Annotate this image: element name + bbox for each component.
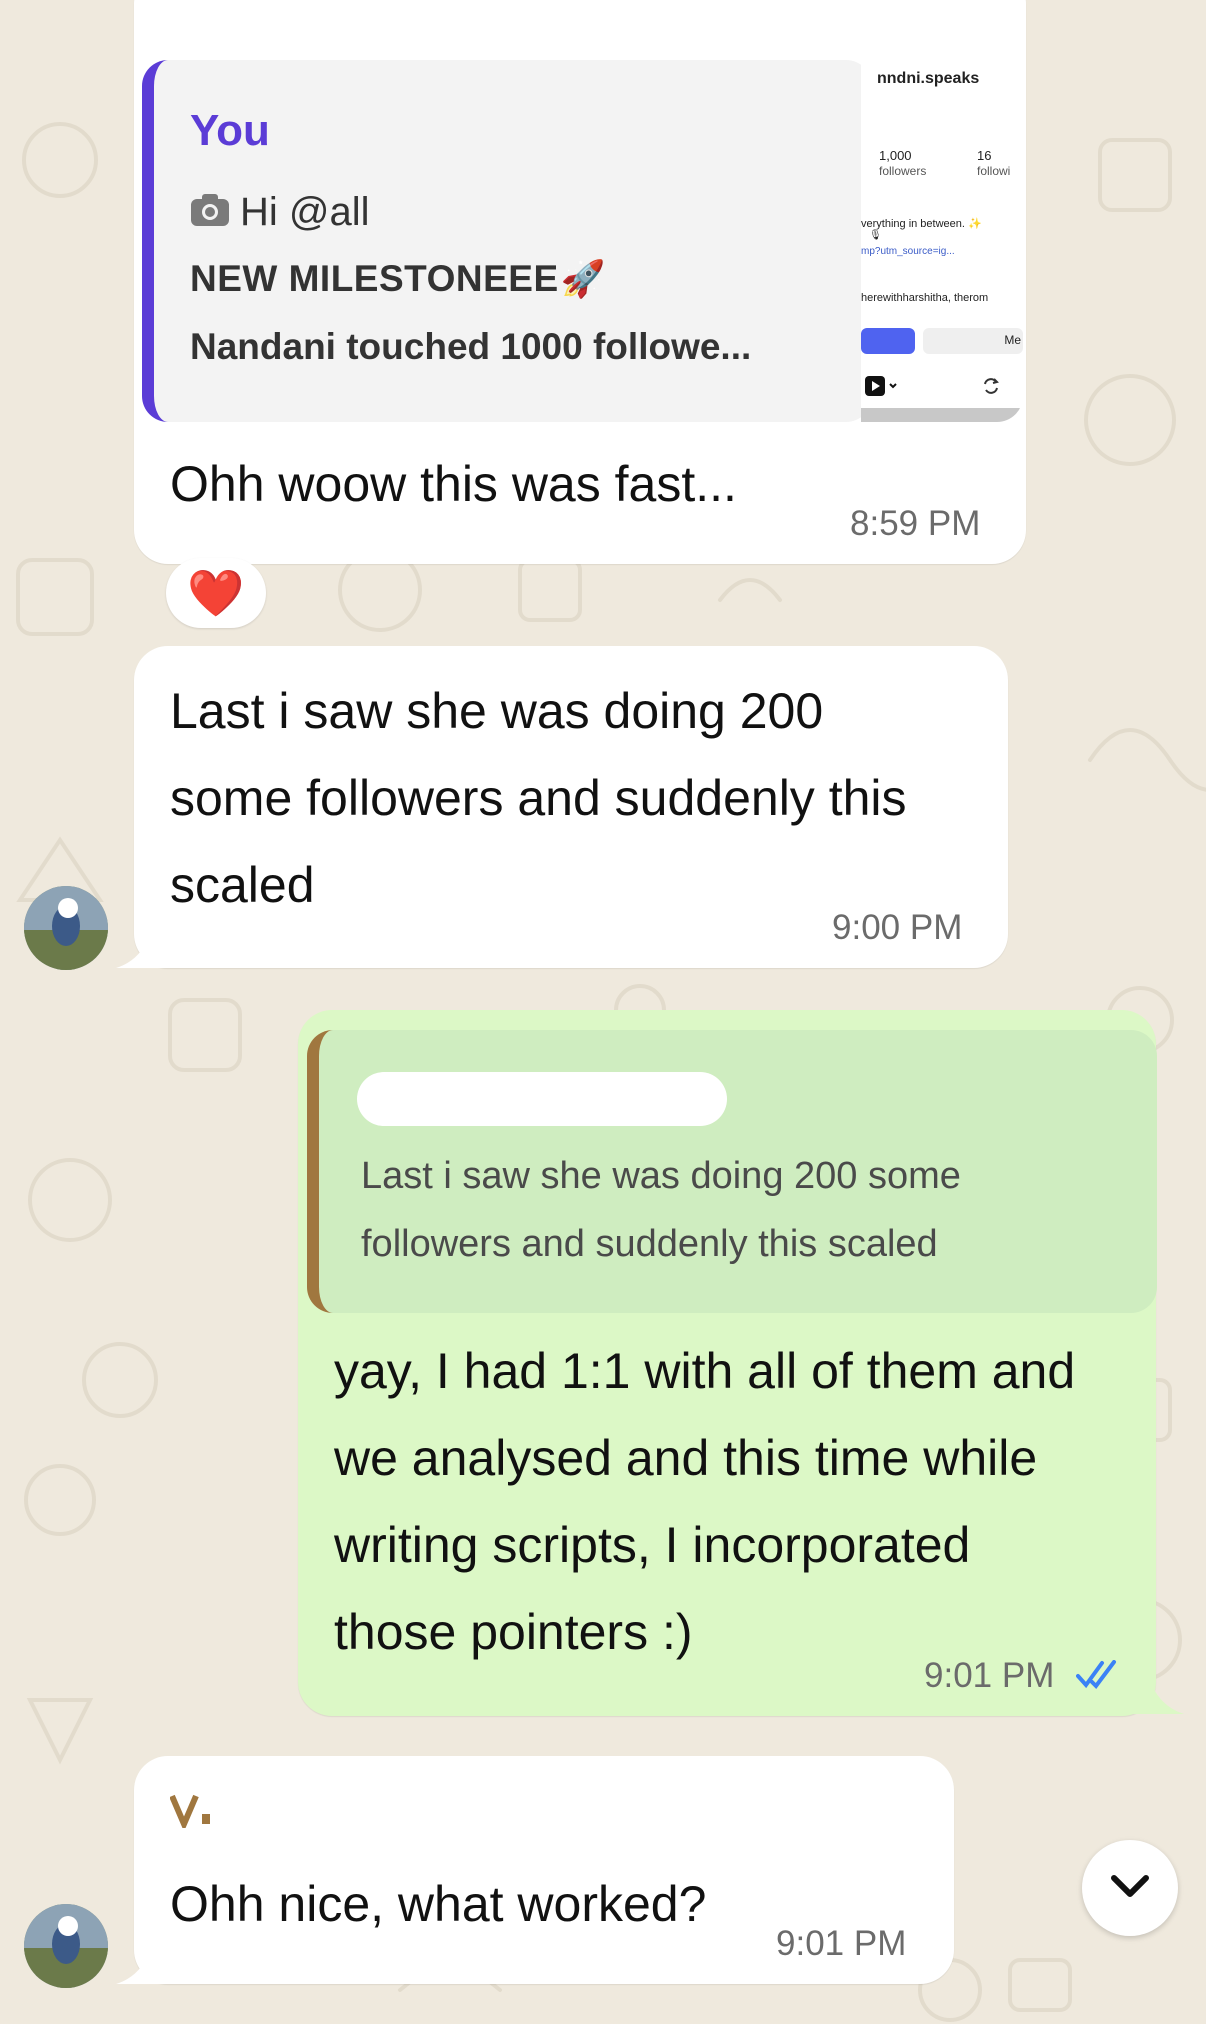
heart-reaction: ❤️ bbox=[187, 567, 245, 619]
thumbnail-message-button: Me bbox=[923, 328, 1023, 354]
message-line: we analysed and this time while bbox=[334, 1430, 1038, 1486]
thumbnail-mention: herewithharshitha, therom bbox=[861, 292, 989, 304]
avatar[interactable] bbox=[24, 886, 108, 970]
camera-icon bbox=[190, 193, 230, 227]
reaction-badge[interactable]: ❤️ bbox=[166, 558, 266, 628]
thumbnail-grid-strip bbox=[861, 408, 1023, 422]
reply-caption-line3: Nandani touched 1000 followe... bbox=[190, 326, 752, 367]
thumbnail-follow-button bbox=[861, 328, 915, 354]
thumbnail-message-label: Me bbox=[1004, 333, 1021, 347]
thumbnail-handle: nndni.speaks bbox=[877, 70, 980, 87]
bubble-tail bbox=[116, 1946, 172, 1984]
message-text: Last i saw she was doing 200 some follow… bbox=[170, 668, 907, 929]
reply-line: followers and suddenly this scaled bbox=[361, 1223, 938, 1265]
thumbnail-followers-label: followers bbox=[879, 164, 927, 178]
message-line: Last i saw she was doing 200 bbox=[170, 683, 824, 739]
message-line: scaled bbox=[170, 857, 315, 913]
message-time: 9:01 PM bbox=[924, 1656, 1055, 1695]
thumbnail-following-label: followi bbox=[977, 164, 1011, 178]
reply-caption-line2-row: NEW MILESTONEEE 🚀 bbox=[190, 258, 605, 300]
chevron-down-icon bbox=[1110, 1874, 1150, 1905]
reply-caption-line2: NEW MILESTONEEE bbox=[190, 258, 559, 299]
rocket-emoji: 🚀 bbox=[560, 258, 606, 299]
message-text: yay, I had 1:1 with all of them and we a… bbox=[334, 1328, 1075, 1676]
thumbnail-link: mp?utm_source=ig... bbox=[861, 246, 955, 257]
redacted-reply-sender bbox=[357, 1072, 727, 1126]
reply-sender-name: You bbox=[190, 106, 270, 155]
thumbnail-bio-line: verything in between. ✨ bbox=[861, 218, 982, 230]
quoted-reply-preview[interactable]: You Hi @all NEW MILESTONEEE 🚀 Nandani to… bbox=[142, 60, 872, 422]
message-text: Ohh nice, what worked? bbox=[170, 1876, 707, 1932]
bubble-tail bbox=[116, 930, 172, 968]
message-time: 8:59 PM bbox=[850, 504, 981, 543]
thumbnail-bio-emoji: 🎙 bbox=[869, 230, 882, 241]
bubble-tail bbox=[1128, 1676, 1184, 1714]
message-line: some followers and suddenly this bbox=[170, 770, 907, 826]
reply-caption-line1: Hi @all bbox=[240, 190, 370, 234]
message-time: 9:01 PM bbox=[776, 1924, 907, 1963]
thumbnail-following-count: 16 bbox=[977, 148, 992, 163]
scroll-to-bottom-button[interactable] bbox=[1082, 1840, 1178, 1936]
message-line: writing scripts, I incorporated bbox=[334, 1517, 971, 1573]
message-time: 9:00 PM bbox=[832, 908, 963, 947]
reply-line: Last i saw she was doing 200 some bbox=[361, 1155, 961, 1197]
redacted-sender-name bbox=[160, 0, 580, 24]
reply-text: Last i saw she was doing 200 some follow… bbox=[361, 1142, 961, 1278]
video-icon bbox=[865, 376, 899, 401]
thumbnail-followers-count: 1,000 bbox=[879, 148, 912, 163]
reply-thumbnail-image[interactable]: nndni.speaks 1,000 followers 16 followi … bbox=[861, 60, 1023, 422]
redacted-sender-name bbox=[169, 1792, 230, 1833]
quoted-reply-preview[interactable]: Last i saw she was doing 200 some follow… bbox=[307, 1030, 1157, 1313]
message-line: yay, I had 1:1 with all of them and bbox=[334, 1343, 1076, 1399]
avatar[interactable] bbox=[24, 1904, 108, 1988]
double-check-icon bbox=[1076, 1660, 1122, 1695]
message-text: Ohh woow this was fast... bbox=[170, 456, 737, 512]
repost-icon bbox=[981, 376, 1001, 401]
